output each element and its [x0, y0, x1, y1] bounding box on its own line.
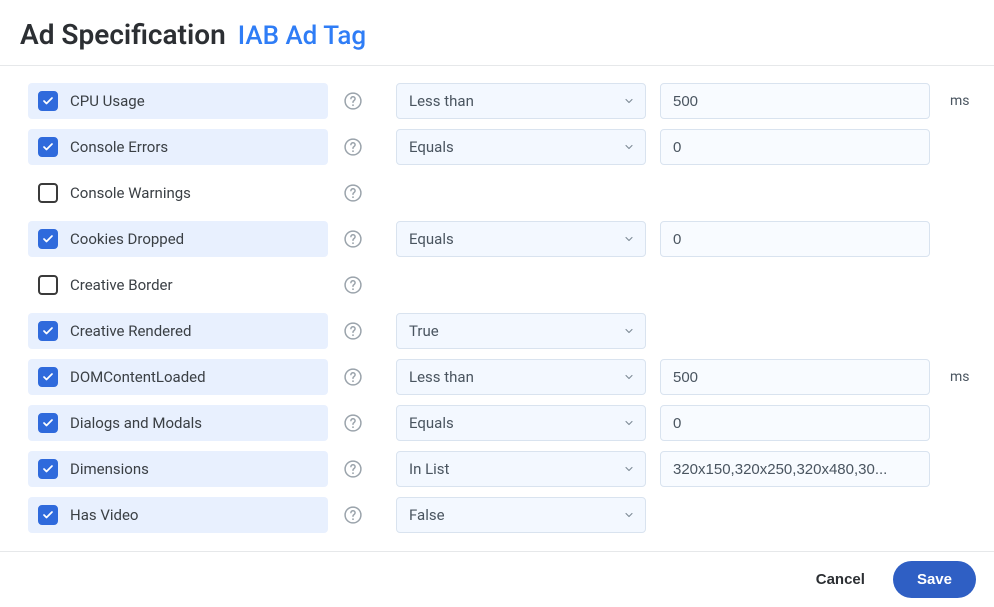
rule-toggle[interactable]: Console Errors [28, 129, 328, 165]
checkbox-checked-icon[interactable] [38, 459, 58, 479]
rule-toggle[interactable]: Cookies Dropped [28, 221, 328, 257]
rules-list: CPU Usage Less than ms Console Errors Equals… [0, 66, 994, 607]
rule-row: Has Video False [28, 492, 976, 538]
operator-value: Equals [409, 230, 454, 248]
chevron-down-icon [623, 417, 635, 429]
rule-row: Dimensions In List [28, 446, 976, 492]
help-icon[interactable] [342, 136, 364, 158]
rule-toggle[interactable]: CPU Usage [28, 83, 328, 119]
operator-select[interactable]: True [396, 313, 646, 349]
operator-select[interactable]: Equals [396, 129, 646, 165]
help-icon[interactable] [342, 90, 364, 112]
checkbox-checked-icon[interactable] [38, 137, 58, 157]
chevron-down-icon [623, 509, 635, 521]
rule-label: DOMContentLoaded [70, 368, 206, 386]
operator-select[interactable]: Less than [396, 83, 646, 119]
checkbox-checked-icon[interactable] [38, 321, 58, 341]
help-icon[interactable] [342, 320, 364, 342]
operator-value: In List [409, 460, 449, 478]
value-input[interactable] [660, 405, 930, 441]
operator-value: True [409, 322, 439, 340]
operator-value: Less than [409, 368, 474, 386]
chevron-down-icon [623, 95, 635, 107]
dialog-footer: Cancel Save [0, 551, 994, 607]
help-icon[interactable] [342, 274, 364, 296]
rule-label: CPU Usage [70, 92, 145, 110]
help-icon[interactable] [342, 412, 364, 434]
checkbox-checked-icon[interactable] [38, 229, 58, 249]
rule-row: DOMContentLoaded Less than ms [28, 354, 976, 400]
rule-row: Creative Rendered True [28, 308, 976, 354]
checkbox-checked-icon[interactable] [38, 413, 58, 433]
value-input[interactable] [660, 221, 930, 257]
cancel-button[interactable]: Cancel [808, 563, 873, 596]
rule-toggle[interactable]: Creative Border [28, 267, 328, 303]
rule-label: Console Errors [70, 138, 168, 156]
help-icon[interactable] [342, 182, 364, 204]
operator-select[interactable]: In List [396, 451, 646, 487]
save-button[interactable]: Save [893, 561, 976, 598]
checkbox-checked-icon[interactable] [38, 367, 58, 387]
rule-toggle[interactable]: Console Warnings [28, 175, 328, 211]
rule-label: Creative Border [70, 276, 173, 294]
help-icon[interactable] [342, 504, 364, 526]
rule-row: Dialogs and Modals Equals [28, 400, 976, 446]
help-icon[interactable] [342, 458, 364, 480]
help-icon[interactable] [342, 228, 364, 250]
operator-select[interactable]: Equals [396, 405, 646, 441]
rule-row: CPU Usage Less than ms [28, 78, 976, 124]
chevron-down-icon [623, 325, 635, 337]
value-input[interactable] [660, 359, 930, 395]
rule-row: Cookies Dropped Equals [28, 216, 976, 262]
operator-value: Equals [409, 414, 454, 432]
chevron-down-icon [623, 371, 635, 383]
checkbox-unchecked-icon[interactable] [38, 275, 58, 295]
operator-value: Equals [409, 138, 454, 156]
rule-label: Creative Rendered [70, 322, 191, 340]
value-input[interactable] [660, 129, 930, 165]
chevron-down-icon [623, 141, 635, 153]
unit-label: ms [950, 369, 970, 385]
value-input[interactable] [660, 451, 930, 487]
rule-toggle[interactable]: Dimensions [28, 451, 328, 487]
rule-row: Creative Border [28, 262, 976, 308]
rule-label: Console Warnings [70, 184, 191, 202]
checkbox-checked-icon[interactable] [38, 505, 58, 525]
operator-value: Less than [409, 92, 474, 110]
rule-row: Console Errors Equals [28, 124, 976, 170]
rule-toggle[interactable]: Creative Rendered [28, 313, 328, 349]
rule-toggle[interactable]: DOMContentLoaded [28, 359, 328, 395]
operator-select[interactable]: Equals [396, 221, 646, 257]
chevron-down-icon [623, 463, 635, 475]
checkbox-checked-icon[interactable] [38, 91, 58, 111]
chevron-down-icon [623, 233, 635, 245]
ad-spec-dialog: Ad Specification IAB Ad Tag CPU Usage Les… [0, 0, 994, 607]
rule-row: Console Warnings [28, 170, 976, 216]
rule-label: Dialogs and Modals [70, 414, 202, 432]
rule-label: Dimensions [70, 460, 149, 478]
rule-label: Cookies Dropped [70, 230, 184, 248]
value-input[interactable] [660, 83, 930, 119]
checkbox-unchecked-icon[interactable] [38, 183, 58, 203]
page-subtitle: IAB Ad Tag [238, 21, 366, 51]
operator-select[interactable]: Less than [396, 359, 646, 395]
rule-toggle[interactable]: Dialogs and Modals [28, 405, 328, 441]
help-icon[interactable] [342, 366, 364, 388]
rule-toggle[interactable]: Has Video [28, 497, 328, 533]
unit-label: ms [950, 93, 970, 109]
operator-select[interactable]: False [396, 497, 646, 533]
operator-value: False [409, 506, 445, 524]
dialog-header: Ad Specification IAB Ad Tag [0, 0, 994, 66]
page-title: Ad Specification [20, 18, 226, 51]
rule-label: Has Video [70, 506, 139, 524]
